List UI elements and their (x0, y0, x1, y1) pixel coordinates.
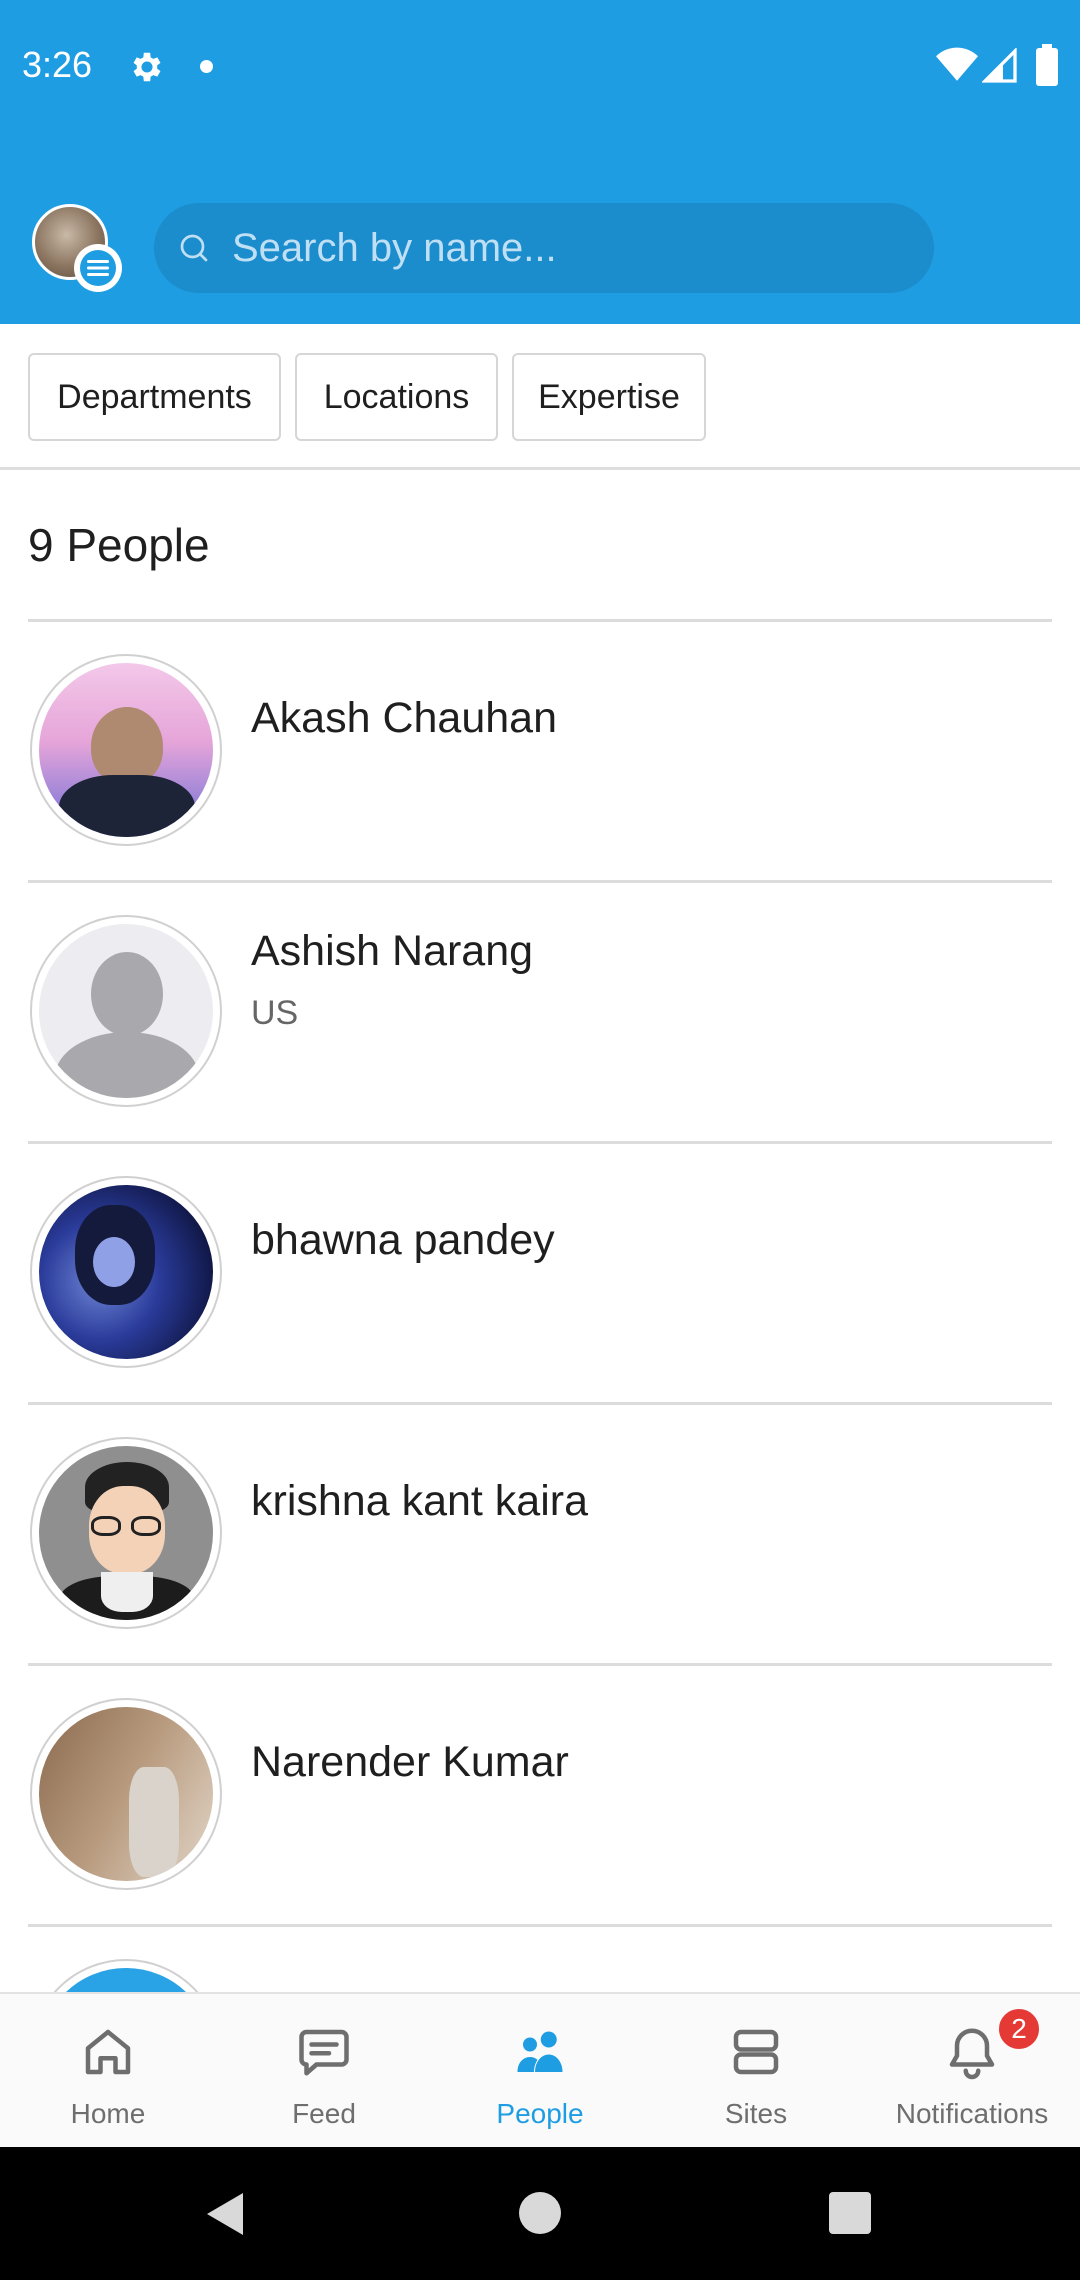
list-item[interactable] (0, 1927, 1080, 1992)
home-circle-icon[interactable] (519, 2192, 561, 2234)
nav-notifications[interactable]: 2 Notifications (864, 1994, 1080, 2149)
people-list: Akash Chauhan Ashish Narang US bhawna pa… (0, 622, 1080, 1992)
nav-label: Home (70, 2098, 146, 2129)
home-icon (85, 2029, 131, 2075)
status-time: 3:26 (22, 44, 93, 85)
nav-label: Sites (724, 2098, 788, 2129)
status-bar: 3:26 (0, 0, 1080, 135)
filter-departments-button[interactable]: Departments (28, 353, 281, 441)
notification-dot-icon (200, 60, 213, 73)
people-count: 9 People (28, 519, 210, 571)
filter-locations-button[interactable]: Locations (295, 353, 498, 441)
app-header: 3:26 (0, 0, 1080, 324)
nav-label: Feed (292, 2098, 356, 2129)
avatar (30, 915, 222, 1107)
wifi-icon (936, 47, 978, 81)
nav-label: Notifications (895, 2098, 1049, 2129)
nav-label: People (496, 2098, 584, 2129)
list-item[interactable]: Ashish Narang US (0, 883, 1080, 1144)
person-name: Narender Kumar (251, 1738, 569, 1786)
avatar (30, 1437, 222, 1629)
avatar (30, 1176, 222, 1368)
search-input[interactable] (232, 225, 872, 271)
person-location: US (251, 994, 299, 1032)
gear-icon (133, 52, 161, 82)
avatar (30, 654, 222, 846)
sites-icon (733, 2029, 779, 2075)
list-item[interactable]: bhawna pandey (0, 1144, 1080, 1405)
people-icon (517, 2031, 563, 2072)
battery-icon (1036, 44, 1058, 86)
person-name: Akash Chauhan (251, 694, 557, 742)
signal-icon (982, 48, 1017, 83)
recents-square-icon[interactable] (829, 2192, 871, 2234)
nav-people[interactable]: People (432, 1994, 648, 2149)
system-nav-bar (0, 2147, 1080, 2280)
menu-button[interactable] (74, 244, 122, 292)
back-icon[interactable] (205, 2191, 245, 2237)
nav-home[interactable]: Home (0, 1994, 216, 2149)
search-icon (180, 234, 208, 262)
bottom-nav: Home Feed People Sites 2 Notifications (0, 1992, 1080, 2147)
person-name: krishna kant kaira (251, 1477, 588, 1525)
person-name: bhawna pandey (251, 1216, 555, 1264)
notification-count-badge: 2 (996, 2006, 1042, 2052)
nav-feed[interactable]: Feed (216, 1994, 432, 2149)
nav-sites[interactable]: Sites (648, 1994, 864, 2149)
filter-expertise-button[interactable]: Expertise (512, 353, 706, 441)
avatar (30, 1698, 222, 1890)
menu-icon (87, 260, 109, 276)
list-item[interactable]: krishna kant kaira (0, 1405, 1080, 1666)
bell-icon (949, 2028, 995, 2080)
list-item[interactable]: Narender Kumar (0, 1666, 1080, 1927)
search-box[interactable] (154, 203, 934, 293)
list-item[interactable]: Akash Chauhan (0, 622, 1080, 883)
feed-icon (299, 2029, 349, 2076)
avatar (30, 1959, 222, 1992)
filter-bar: Departments Locations Expertise (0, 324, 1080, 470)
person-name: Ashish Narang (251, 927, 534, 975)
